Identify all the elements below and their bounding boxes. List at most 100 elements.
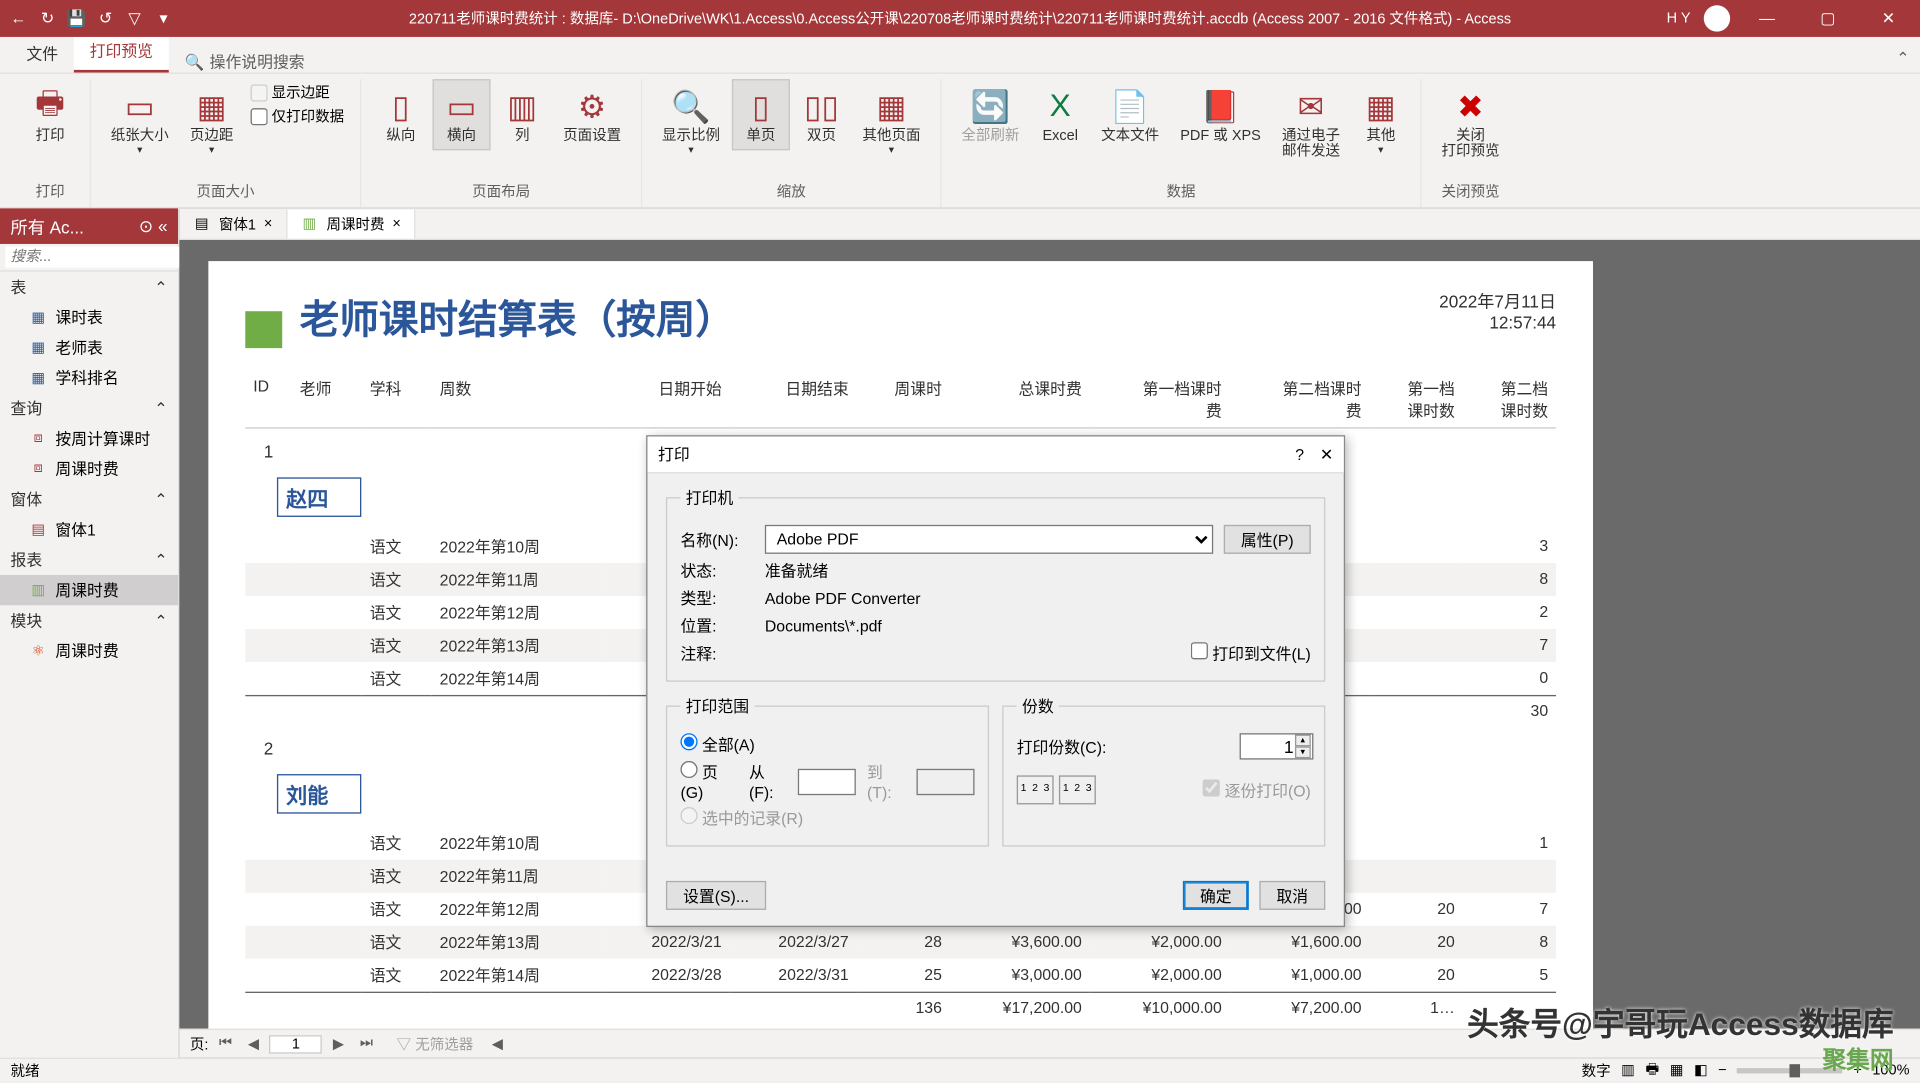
more-export-button[interactable]: ▦其他▾ bbox=[1352, 79, 1410, 162]
close-button[interactable]: ✕ bbox=[1865, 0, 1912, 37]
pdf-xps-button[interactable]: 📕PDF 或 XPS bbox=[1171, 79, 1270, 150]
nav-report-1[interactable]: ▥周课时费 bbox=[0, 575, 178, 605]
zoom-percent[interactable]: 100% bbox=[1872, 1062, 1909, 1078]
printer-fieldset: 打印机 名称(N): Adobe PDF 属性(P) 状态:准备就绪 类型:Ad… bbox=[666, 487, 1325, 682]
zoom-in-button[interactable]: + bbox=[1853, 1062, 1861, 1078]
cancel-button[interactable]: 取消 bbox=[1259, 881, 1325, 910]
excel-button[interactable]: XExcel bbox=[1031, 79, 1089, 150]
nav-query-2[interactable]: ⧈周课时费 bbox=[0, 454, 178, 484]
nav-table-1[interactable]: ▦课时表 bbox=[0, 302, 178, 332]
save-icon[interactable]: 💾 bbox=[66, 8, 87, 29]
tab-close-icon[interactable]: × bbox=[264, 216, 272, 232]
close-preview-button[interactable]: ✖关闭 打印预览 bbox=[1432, 79, 1508, 166]
printer-select[interactable]: Adobe PDF bbox=[765, 525, 1213, 554]
qat-more-icon[interactable]: ▾ bbox=[153, 8, 174, 29]
search-icon: 🔍 bbox=[185, 52, 205, 70]
group-data: 数据 bbox=[1166, 178, 1195, 207]
nav-header[interactable]: 所有 Ac...⊙ « bbox=[0, 208, 178, 244]
printer-where-label: 位置: bbox=[680, 615, 754, 637]
print-button[interactable]: 🖶打印 bbox=[21, 79, 79, 150]
group-print: 打印 bbox=[36, 178, 65, 207]
range-all-radio[interactable]: 全部(A) bbox=[680, 733, 754, 755]
maximize-button[interactable]: ▢ bbox=[1804, 0, 1851, 37]
show-margins-checkbox[interactable]: 显示边距 bbox=[251, 82, 345, 103]
back-icon[interactable]: ← bbox=[8, 8, 29, 29]
columns-button[interactable]: ▥列 bbox=[493, 79, 551, 150]
copies-spinner[interactable]: ▴▾ bbox=[1295, 735, 1311, 759]
more-pages-button[interactable]: ▦其他页面▾ bbox=[853, 79, 929, 162]
search-input[interactable] bbox=[5, 247, 204, 268]
scroll-left-button[interactable]: ◀ bbox=[486, 1035, 508, 1052]
printer-status: 准备就绪 bbox=[765, 559, 828, 581]
tab-close-icon[interactable]: × bbox=[392, 216, 400, 232]
text-file-button[interactable]: 📄文本文件 bbox=[1092, 79, 1168, 150]
tell-me-search[interactable]: 🔍 操作说明搜索 bbox=[185, 50, 305, 72]
prev-page-button[interactable]: ◀ bbox=[243, 1035, 265, 1052]
avatar[interactable] bbox=[1704, 5, 1730, 31]
printer-status-label: 状态: bbox=[680, 559, 754, 581]
nav-query-1[interactable]: ⧈按周计算课时 bbox=[0, 423, 178, 453]
document-tabs: ▤窗体1× ▥周课时费× bbox=[179, 208, 1920, 240]
table-row: 语文2022年第14周2022/3/282022/3/3125¥3,000.00… bbox=[245, 958, 1556, 992]
from-page-input[interactable] bbox=[798, 768, 856, 794]
nav-form-1[interactable]: ▤窗体1 bbox=[0, 514, 178, 544]
zoom-out-button[interactable]: − bbox=[1718, 1062, 1726, 1078]
tab-print-preview[interactable]: 打印预览 bbox=[74, 32, 169, 73]
doc-tab-form1[interactable]: ▤窗体1× bbox=[179, 209, 287, 238]
email-button[interactable]: ✉通过电子 邮件发送 bbox=[1273, 79, 1349, 166]
margins-icon: ▦ bbox=[197, 86, 227, 128]
view-report-icon[interactable]: ▥ bbox=[1621, 1062, 1635, 1079]
next-page-button[interactable]: ▶ bbox=[328, 1035, 350, 1052]
print-dialog: 打印 ? ✕ 打印机 名称(N): Adobe PDF 属性(P) 状态:准备就… bbox=[646, 435, 1345, 927]
view-layout-icon[interactable]: ▦ bbox=[1670, 1062, 1684, 1079]
nav-cat-report[interactable]: 报表⌃ bbox=[0, 545, 178, 575]
view-print-icon[interactable]: 🖶 bbox=[1645, 1058, 1659, 1083]
page-number-input[interactable] bbox=[270, 1035, 323, 1053]
nav-module-1[interactable]: ⚛周课时费 bbox=[0, 636, 178, 666]
range-pages-radio[interactable]: 页(G) bbox=[680, 761, 738, 802]
nav-cat-query[interactable]: 查询⌃ bbox=[0, 393, 178, 423]
collapse-ribbon-icon[interactable]: ⌃ bbox=[1886, 44, 1920, 73]
nav-cat-table[interactable]: 表⌃ bbox=[0, 272, 178, 302]
nav-table-3[interactable]: ▦学科排名 bbox=[0, 363, 178, 393]
print-data-only-checkbox[interactable]: 仅打印数据 bbox=[251, 105, 345, 126]
nav-cat-form[interactable]: 窗体⌃ bbox=[0, 484, 178, 514]
zoom-button[interactable]: 🔍显示比例▾ bbox=[653, 79, 729, 162]
landscape-button[interactable]: ▭横向 bbox=[433, 79, 491, 150]
dialog-help-button[interactable]: ? bbox=[1295, 445, 1304, 463]
range-legend: 打印范围 bbox=[680, 695, 754, 717]
one-page-button[interactable]: ▯单页 bbox=[732, 79, 790, 150]
email-icon: ✉ bbox=[1298, 86, 1325, 128]
portrait-button[interactable]: ▯纵向 bbox=[372, 79, 430, 150]
doc-tab-report[interactable]: ▥周课时费× bbox=[287, 209, 415, 238]
two-pages-button[interactable]: ▯▯双页 bbox=[793, 79, 851, 150]
filter-icon[interactable]: ▽ bbox=[124, 8, 145, 29]
page-icon: ▭ bbox=[125, 86, 155, 128]
ok-button[interactable]: 确定 bbox=[1183, 881, 1249, 910]
nav-cat-module[interactable]: 模块⌃ bbox=[0, 605, 178, 635]
pager-label: 页: bbox=[190, 1033, 209, 1054]
first-page-button[interactable]: ⏮ bbox=[214, 1035, 238, 1052]
nav-search[interactable]: 🔍 bbox=[0, 244, 178, 272]
excel-icon: X bbox=[1050, 86, 1071, 128]
collate-checkbox: 逐份打印(O) bbox=[1203, 779, 1311, 801]
undo-icon[interactable]: ↺ bbox=[95, 8, 116, 29]
printer-type-label: 类型: bbox=[680, 587, 754, 609]
report-title: 老师课时结算表（按周） bbox=[300, 287, 735, 345]
redo-icon[interactable]: ↻ bbox=[37, 8, 58, 29]
setup-button[interactable]: 设置(S)... bbox=[666, 881, 766, 910]
nav-table-2[interactable]: ▦老师表 bbox=[0, 332, 178, 362]
print-to-file-checkbox[interactable]: 打印到文件(L) bbox=[1191, 642, 1311, 664]
dialog-close-button[interactable]: ✕ bbox=[1320, 445, 1333, 463]
tab-file[interactable]: 文件 bbox=[11, 34, 74, 72]
no-filter-label: ▽ 无筛选器 bbox=[397, 1033, 474, 1054]
paper-size-button[interactable]: ▭纸张大小▾ bbox=[102, 79, 178, 162]
ribbon-tabs: 文件 打印预览 🔍 操作说明搜索 ⌃ bbox=[0, 37, 1920, 74]
page-setup-button[interactable]: ⚙页面设置 bbox=[554, 79, 630, 150]
view-design-icon[interactable]: ◧ bbox=[1694, 1062, 1708, 1079]
zoom-slider[interactable] bbox=[1737, 1067, 1842, 1072]
minimize-button[interactable]: — bbox=[1743, 0, 1790, 37]
printer-properties-button[interactable]: 属性(P) bbox=[1224, 525, 1311, 554]
last-page-button[interactable]: ⏭ bbox=[355, 1035, 379, 1052]
margins-button[interactable]: ▦页边距▾ bbox=[181, 79, 243, 162]
